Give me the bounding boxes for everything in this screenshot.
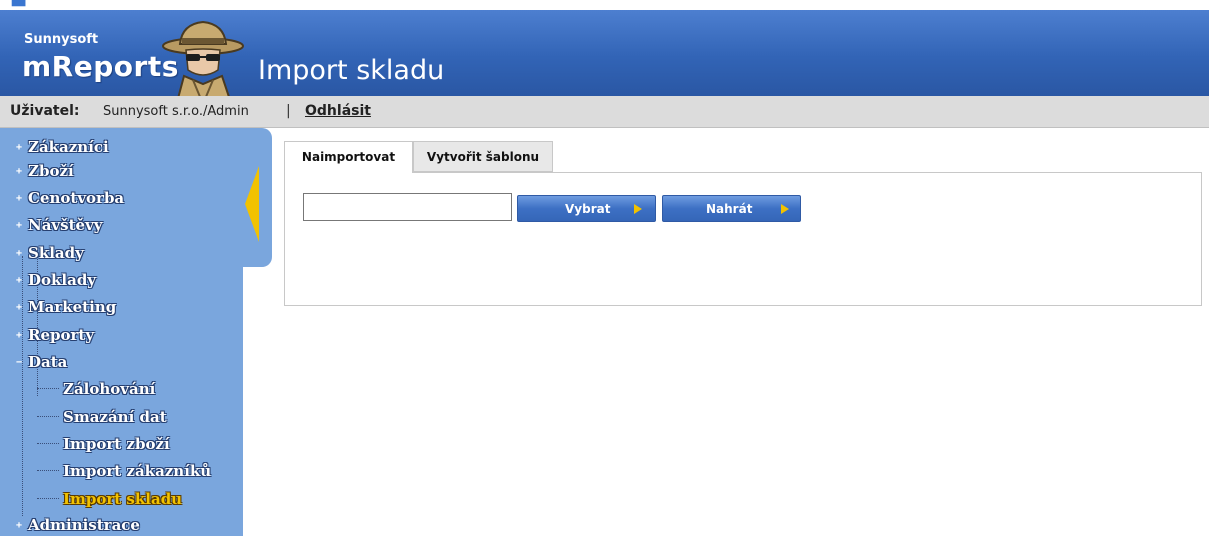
tree-tick — [37, 498, 59, 499]
user-label: Uživatel: — [10, 103, 80, 119]
sidebar-item-label: Reporty — [28, 326, 95, 344]
detective-mascot-icon — [162, 20, 244, 106]
sidebar-subitem-import-skladu[interactable]: Import skladu — [37, 490, 182, 516]
user-separator: | — [286, 103, 291, 119]
sidebar-subitem-import-zbozi[interactable]: Import zboží — [37, 435, 170, 461]
play-arrow-icon — [781, 204, 789, 214]
app-glyph-icon: ■ — [10, 0, 27, 8]
tree-tick — [37, 443, 59, 444]
expand-icon[interactable]: + — [16, 302, 25, 313]
collapse-arrow-icon — [245, 166, 259, 242]
sidebar-item-label: Doklady — [28, 271, 97, 289]
tree-tick — [37, 388, 59, 389]
sidebar-item-doklady[interactable]: + Doklady — [16, 271, 96, 297]
sidebar-subitem-label: Import zákazníků — [63, 462, 212, 480]
page-title: Import skladu — [258, 55, 445, 86]
logout-link[interactable]: Odhlásit — [305, 103, 371, 119]
sidebar-item-zakaznici[interactable]: + Zákazníci — [16, 138, 109, 164]
sidebar-item-marketing[interactable]: + Marketing — [16, 298, 116, 324]
sidebar-item-zbozi[interactable]: + Zboží — [16, 162, 74, 188]
brand-product: mReports — [22, 50, 179, 83]
user-value: Sunnysoft s.r.o./Admin — [103, 104, 249, 119]
tab-naimportovat[interactable]: Naimportovat — [284, 141, 413, 173]
sidebar-item-reporty[interactable]: + Reporty — [16, 326, 94, 352]
expand-icon[interactable]: + — [16, 142, 25, 153]
expand-icon[interactable]: + — [16, 248, 25, 259]
sidebar-item-label: Administrace — [28, 516, 140, 534]
sidebar-subitem-import-zakazniku[interactable]: Import zákazníků — [37, 462, 211, 488]
expand-icon[interactable]: + — [16, 520, 25, 531]
sidebar-item-data[interactable]: − Data — [16, 353, 67, 379]
expand-icon[interactable]: + — [16, 193, 25, 204]
app-header: Sunnysoft mReports Import skladu — [0, 10, 1209, 106]
collapse-icon[interactable]: − — [16, 357, 25, 368]
sidebar-item-label: Zákazníci — [28, 138, 109, 156]
sidebar-item-label: Cenotvorba — [28, 189, 125, 207]
sidebar-item-cenotvorba[interactable]: + Cenotvorba — [16, 189, 124, 215]
sidebar-subitem-label: Import zboží — [63, 435, 170, 453]
sidebar-collapse-tab[interactable] — [243, 128, 272, 267]
tree-tick — [37, 416, 59, 417]
tab-vytvorit-sablonu[interactable]: Vytvořit šablonu — [413, 141, 553, 172]
sidebar-subitem-label: Smazání dat — [63, 408, 167, 426]
sidebar-item-label: Marketing — [28, 298, 117, 316]
sidebar-item-sklady[interactable]: + Sklady — [16, 244, 84, 270]
sidebar-item-label: Sklady — [28, 244, 84, 262]
tree-tick — [37, 470, 59, 471]
file-path-input[interactable] — [303, 193, 512, 221]
select-file-label: Vybrat — [565, 202, 611, 216]
user-bar: Uživatel: Sunnysoft s.r.o./Admin | Odhlá… — [0, 96, 1209, 128]
sidebar-item-administrace[interactable]: + Administrace — [16, 516, 140, 542]
brand-company: Sunnysoft — [24, 32, 99, 47]
sidebar-item-label: Data — [28, 353, 68, 371]
expand-icon[interactable]: + — [16, 220, 25, 231]
top-strip: ■ — [0, 0, 1209, 10]
sidebar-subitem-zalohovani[interactable]: Zálohování — [37, 380, 155, 406]
sidebar-subitem-label: Import skladu — [63, 490, 183, 508]
expand-icon[interactable]: + — [16, 166, 25, 177]
sidebar-item-navstevy[interactable]: + Návštěvy — [16, 216, 103, 242]
sidebar-subitem-smazani-dat[interactable]: Smazání dat — [37, 408, 167, 434]
play-arrow-icon — [634, 204, 642, 214]
select-file-button[interactable]: Vybrat — [517, 195, 656, 222]
expand-icon[interactable]: + — [16, 330, 25, 341]
sidebar-item-label: Návštěvy — [28, 216, 103, 234]
sidebar-subitem-label: Zálohování — [63, 380, 156, 398]
upload-label: Nahrát — [706, 202, 753, 216]
sidebar-item-label: Zboží — [28, 162, 74, 180]
expand-icon[interactable]: + — [16, 275, 25, 286]
upload-button[interactable]: Nahrát — [662, 195, 801, 222]
